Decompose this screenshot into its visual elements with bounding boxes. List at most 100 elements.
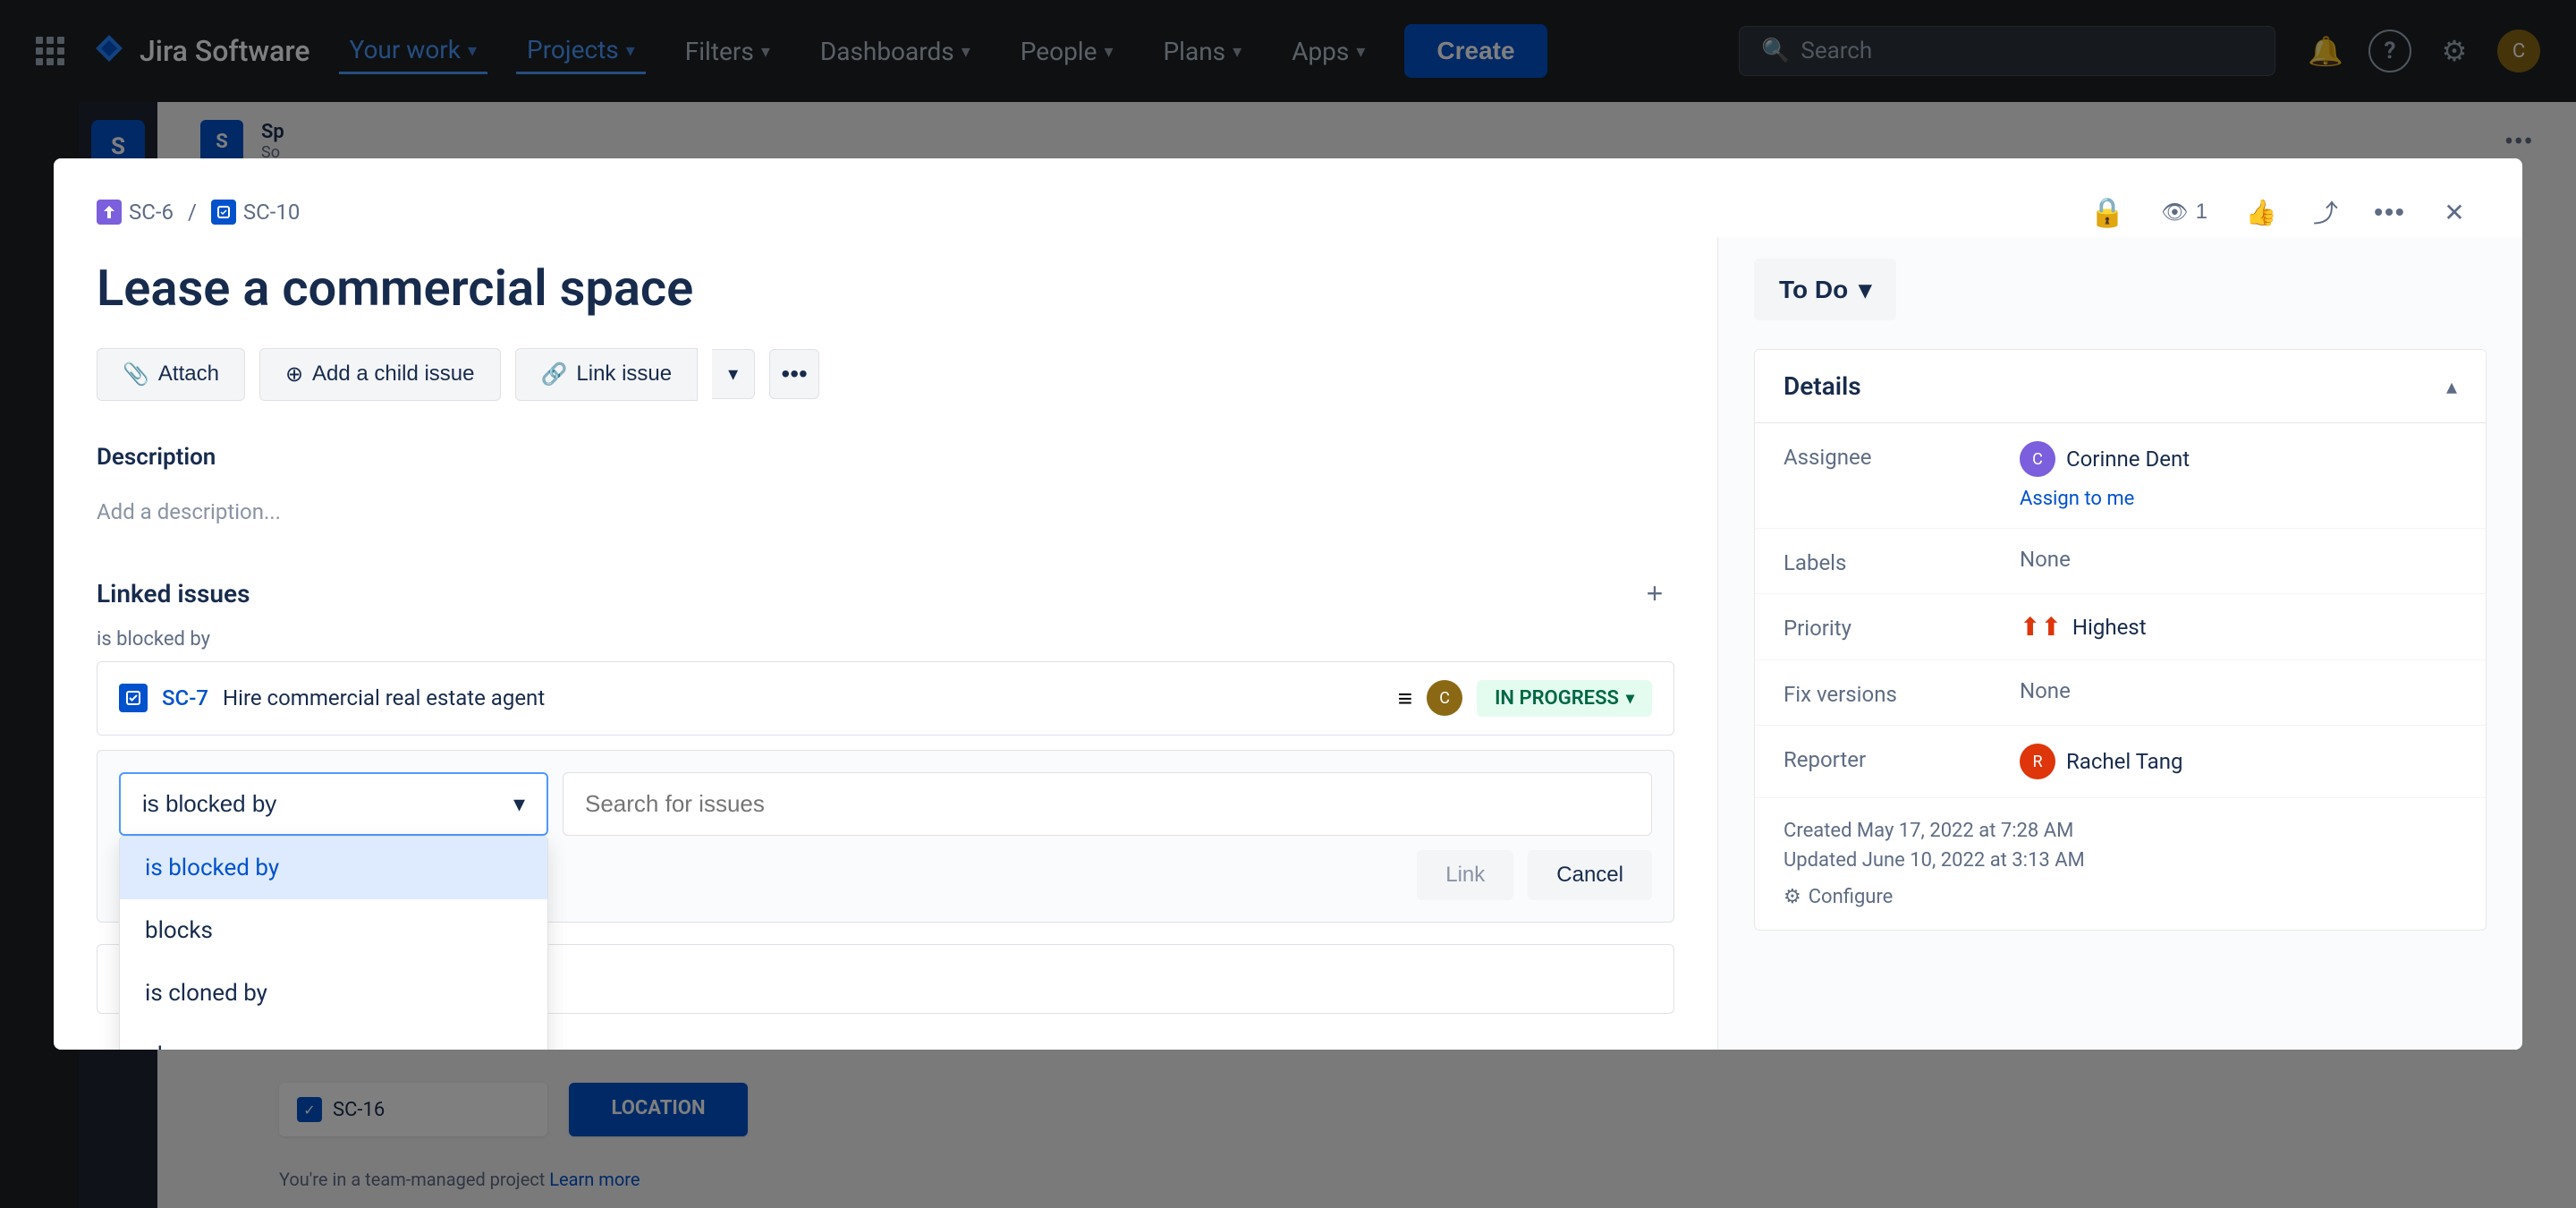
ellipsis-icon: ••• [781,360,807,388]
status-badge-in-progress[interactable]: IN PROGRESS ▾ [1477,680,1652,717]
breadcrumb-parent[interactable]: SC-6 [97,200,174,225]
details-section-header[interactable]: Details ▴ [1755,350,2486,423]
modal-body: Lease a commercial space 📎 Attach ⊕ Add … [54,237,2522,1049]
status-chevron-icon: ▾ [1626,689,1634,708]
link-type-dropdown-button[interactable]: is blocked by ▾ [119,772,548,836]
status-dropdown-button[interactable]: To Do ▾ [1754,259,1896,320]
link-type-select: is blocked by ▾ is blocked by blocks is … [119,772,548,836]
link-icon: 🔗 [541,362,568,387]
modal-overlay: SC-6 / SC-10 🔒 👁 1 [0,0,2576,1208]
lock-icon-button[interactable]: 🔒 [2082,187,2132,237]
assignee-row: Assignee C Corinne Dent Assign to me [1755,423,2486,529]
linked-issues-title: Linked issues [97,579,250,608]
fix-versions-value[interactable]: None [2020,678,2457,703]
parent-issue-icon [97,200,122,225]
linked-issues-header: Linked issues + [97,574,1674,614]
dropdown-item-blocks[interactable]: blocks [120,899,547,962]
reporter-label: Reporter [1784,744,1998,772]
priority-indicator: ≡ [1398,684,1412,713]
dropdown-item-clones[interactable]: clones [120,1025,547,1050]
assignee-name: Corinne Dent [2066,447,2190,472]
labels-value[interactable]: None [2020,547,2457,572]
priority-label: Priority [1784,612,1998,641]
more-icon: ••• [2374,198,2405,226]
link-type-dropdown-menu: is blocked by blocks is cloned by clones [119,836,548,1050]
details-collapse-icon: ▴ [2446,374,2457,399]
priority-value[interactable]: ⬆⬆ Highest [2020,612,2457,642]
assignee-value: C Corinne Dent [2020,441,2190,477]
watch-icon: 👁 [2161,200,2188,225]
attach-button[interactable]: 📎 Attach [97,348,245,401]
plus-icon: + [1647,577,1664,610]
add-child-issue-button[interactable]: ⊕ Add a child issue [259,348,501,401]
labels-label: Labels [1784,547,1998,575]
description-label: Description [97,444,1674,471]
status-chevron-icon: ▾ [1859,275,1871,304]
selected-link-type: is blocked by [142,790,276,818]
link-issue-dropdown-button[interactable]: ▾ [712,349,755,399]
link-type-chevron-icon: ▾ [513,790,525,818]
fix-versions-row: Fix versions None [1755,660,2486,726]
priority-row: Priority ⬆⬆ Highest [1755,594,2486,660]
watch-button[interactable]: 👁 1 [2147,192,2222,233]
modal-header: SC-6 / SC-10 🔒 👁 1 [54,158,2522,237]
thumbsup-button[interactable]: 👍 [2236,187,2286,237]
paperclip-icon: 📎 [123,362,149,387]
more-actions-button[interactable]: ••• [769,349,819,399]
share-button[interactable]: ⤴ [2301,187,2351,237]
issue-title: Lease a commercial space [97,259,1674,319]
action-buttons: 📎 Attach ⊕ Add a child issue 🔗 Link issu… [97,348,1674,401]
configure-gear-icon: ⚙ [1784,886,1801,908]
assignee-value-container: C Corinne Dent Assign to me [2020,441,2190,510]
configure-button[interactable]: ⚙ Configure [1784,886,2457,908]
is-blocked-by-label: is blocked by [97,628,1674,651]
timestamps: Created May 17, 2022 at 7:28 AM Updated … [1755,798,2486,930]
status-label: To Do [1779,276,1848,304]
dropdown-chevron-icon: ▾ [728,362,738,386]
current-issue-icon [211,200,236,225]
current-issue-key: SC-10 [243,200,300,225]
updated-timestamp: Updated June 10, 2022 at 3:13 AM [1784,849,2457,872]
assign-to-me-link[interactable]: Assign to me [2020,488,2190,510]
fix-versions-label: Fix versions [1784,678,1998,707]
reporter-name: Rachel Tang [2066,749,2182,774]
reporter-value: R Rachel Tang [2020,744,2457,779]
breadcrumb-separator: / [188,200,197,225]
assignee-avatar-small: C [1427,680,1462,716]
add-linked-issue-button[interactable]: + [1635,574,1674,614]
modal-right-panel: To Do ▾ Details ▴ Assignee C [1717,237,2522,1049]
parent-issue-key: SC-6 [129,200,174,225]
reporter-avatar: R [2020,744,2055,779]
watch-count: 1 [2196,200,2207,225]
cancel-link-button[interactable]: Cancel [1528,850,1652,900]
assignee-label: Assignee [1784,441,1998,470]
dropdown-item-is-cloned-by[interactable]: is cloned by [120,962,547,1025]
issue-modal: SC-6 / SC-10 🔒 👁 1 [54,158,2522,1049]
more-options-button[interactable]: ••• [2365,187,2415,237]
reporter-row: Reporter R Rachel Tang [1755,726,2486,798]
priority-highest-icon: ⬆⬆ [2020,612,2062,642]
details-title: Details [1784,371,1861,401]
linked-issue-key[interactable]: SC-7 [162,685,208,710]
link-form-row: is blocked by ▾ is blocked by blocks is … [119,772,1652,836]
issue-search-input[interactable] [563,772,1652,836]
modal-left-content: Lease a commercial space 📎 Attach ⊕ Add … [54,237,1717,1049]
breadcrumb-current[interactable]: SC-10 [211,200,300,225]
modal-actions: 🔒 👁 1 👍 ⤴ ••• ✕ [2082,187,2479,237]
dropdown-item-is-blocked-by[interactable]: is blocked by [120,837,547,899]
priority-equal-icon: ≡ [1398,684,1412,713]
linked-issue-summary: Hire commercial real estate agent [223,685,1384,710]
close-button[interactable]: ✕ [2429,187,2479,237]
issue-type-icon [119,684,148,712]
link-submit-button[interactable]: Link [1417,850,1513,900]
labels-row: Labels None [1755,529,2486,594]
child-issue-icon: ⊕ [285,362,303,387]
created-timestamp: Created May 17, 2022 at 7:28 AM [1784,820,2457,842]
link-form: is blocked by ▾ is blocked by blocks is … [97,750,1674,923]
linked-issue-row: SC-7 Hire commercial real estate agent ≡… [97,661,1674,736]
assignee-avatar: C [2020,441,2055,477]
breadcrumb: SC-6 / SC-10 [97,200,300,225]
link-issue-button[interactable]: 🔗 Link issue [515,348,699,401]
description-placeholder[interactable]: Add a description... [97,485,1674,539]
details-section: Details ▴ Assignee C Corinne Dent Assign… [1754,349,2487,931]
